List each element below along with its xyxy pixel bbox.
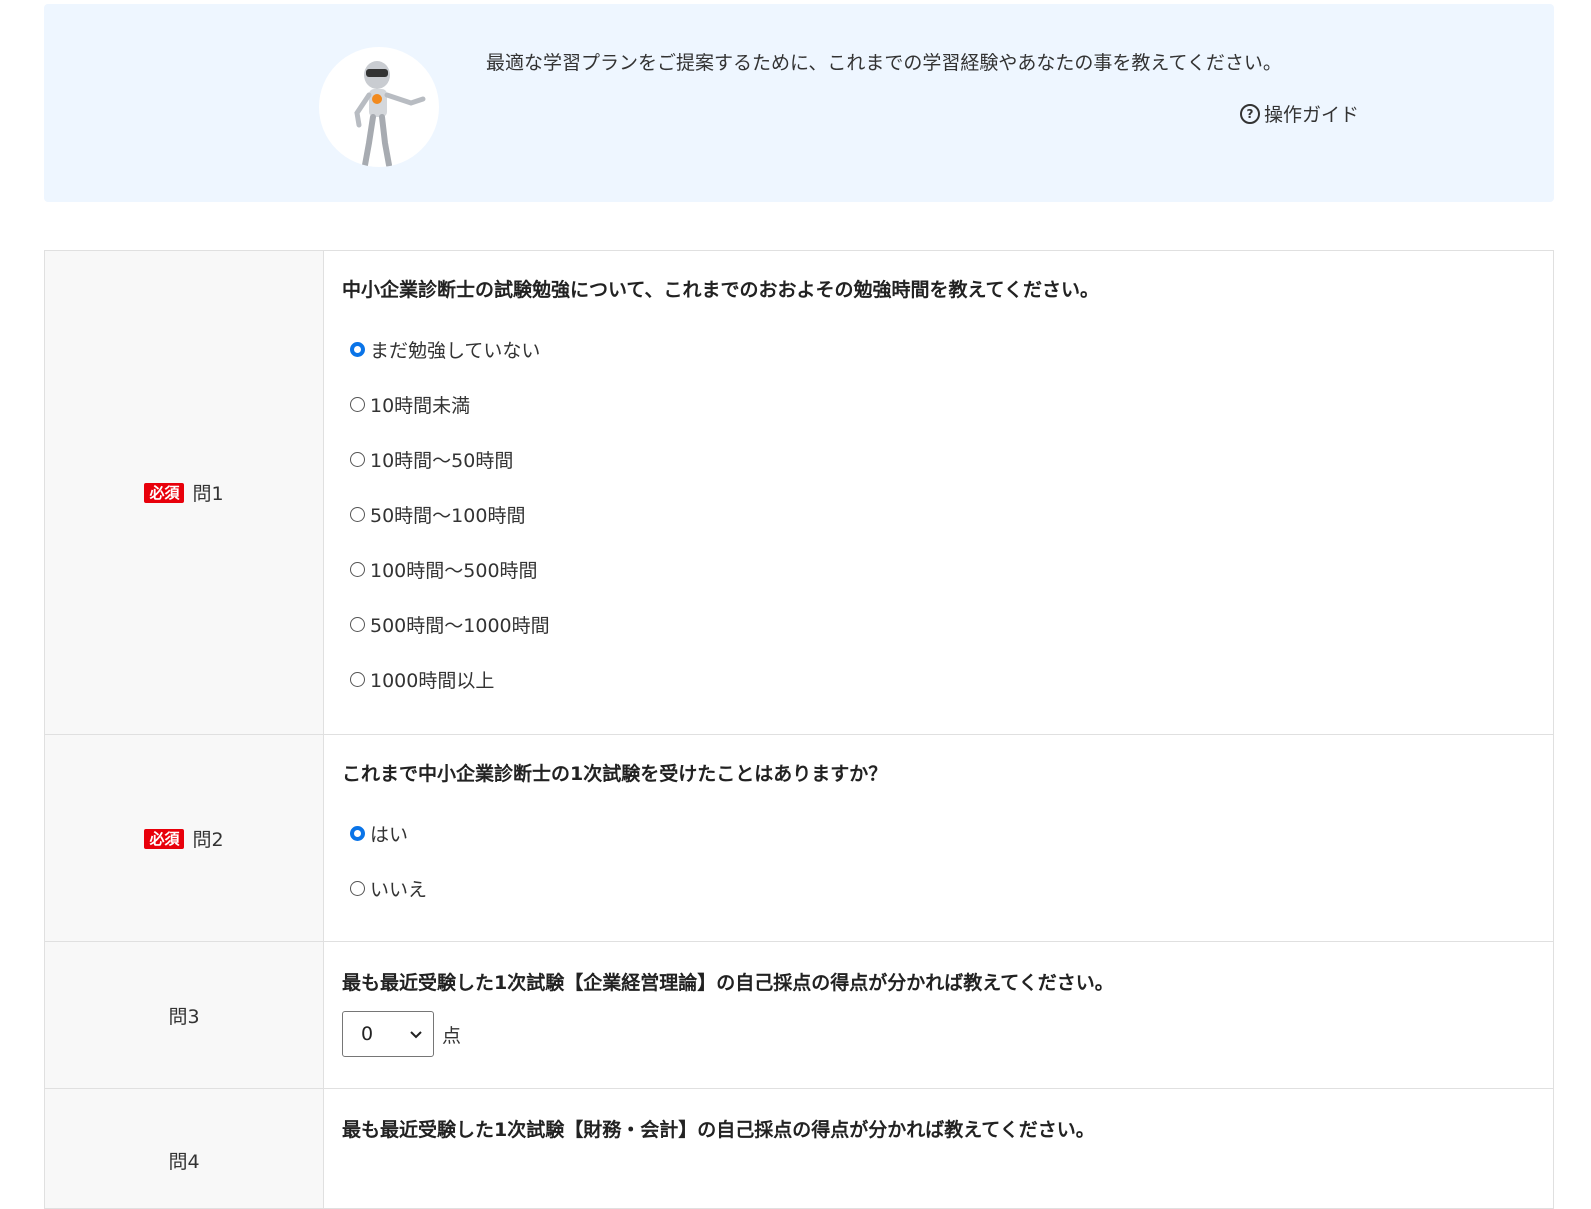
question-row-1: 必須 問1 中小企業診断士の試験勉強について、これまでのおおよその勉強時間を教えて…: [44, 250, 1554, 735]
question-table: 必須 問1 中小企業診断士の試験勉強について、これまでのおおよその勉強時間を教えて…: [44, 250, 1554, 1209]
radio-button[interactable]: [350, 452, 365, 467]
radio-button[interactable]: [350, 507, 365, 522]
option-label: 50時間〜100時間: [370, 505, 526, 527]
question-content-cell: 中小企業診断士の試験勉強について、これまでのおおよその勉強時間を教えてください。…: [323, 250, 1554, 735]
option-radio[interactable]: 10時間〜50時間: [342, 432, 1535, 487]
question-number: 問1: [192, 483, 224, 505]
question-text: これまで中小企業診断士の1次試験を受けたことはありますか？: [342, 763, 888, 785]
required-badge: 必須: [144, 828, 185, 849]
select-value: 0: [361, 1023, 374, 1045]
option-label: 1000時間以上: [370, 670, 495, 692]
radio-button-selected[interactable]: [350, 342, 365, 357]
option-radio[interactable]: 50時間〜100時間: [342, 487, 1535, 542]
operation-guide-link[interactable]: ? 操作ガイド: [1240, 100, 1359, 127]
question-text: 最も最近受験した1次試験【企業経営理論】の自己採点の得点が分かれば教えてください…: [342, 972, 1114, 994]
guide-label: 操作ガイド: [1264, 104, 1360, 126]
score-select[interactable]: 0: [342, 1011, 434, 1057]
radio-button-selected[interactable]: [350, 826, 365, 841]
unit-label: 点: [442, 1024, 462, 1047]
question-label-cell: 必須 問1: [44, 250, 324, 735]
question-row-3: 問3 最も最近受験した1次試験【企業経営理論】の自己採点の得点が分かれば教えてく…: [44, 941, 1554, 1089]
robot-avatar: [319, 47, 439, 167]
question-content-cell: これまで中小企業診断士の1次試験を受けたことはありますか？ はい いいえ: [323, 734, 1554, 942]
option-label: 10時間〜50時間: [370, 450, 514, 472]
radio-button[interactable]: [350, 881, 365, 896]
option-label: 100時間〜500時間: [370, 560, 538, 582]
question-circle-icon: ?: [1240, 103, 1260, 124]
intro-text: 最適な学習プランをご提案するために、これまでの学習経験やあなたの事を教えてくださ…: [486, 52, 1282, 74]
question-content-cell: 最も最近受験した1次試験【企業経営理論】の自己採点の得点が分かれば教えてください…: [323, 941, 1554, 1089]
option-radio[interactable]: 500時間〜1000時間: [342, 597, 1535, 652]
required-badge: 必須: [144, 483, 185, 503]
radio-button[interactable]: [350, 397, 365, 412]
option-radio[interactable]: 10時間未満: [342, 377, 1535, 432]
option-label: 10時間未満: [370, 395, 471, 417]
question-label-cell: 問3: [44, 941, 324, 1089]
question-label-cell: 必須 問2: [44, 734, 324, 942]
option-radio[interactable]: 1000時間以上: [342, 652, 1535, 707]
radio-button[interactable]: [350, 562, 365, 577]
option-label: いいえ: [370, 879, 428, 901]
question-text: 中小企業診断士の試験勉強について、これまでのおおよその勉強時間を教えてください。: [342, 279, 1099, 301]
question-row-4: 問4 最も最近受験した1次試験【財務・会計】の自己採点の得点が分かれば教えてくだ…: [44, 1088, 1554, 1209]
option-label: はい: [370, 824, 409, 846]
question-number: 問4: [168, 1151, 200, 1173]
question-content-cell: 最も最近受験した1次試験【財務・会計】の自己採点の得点が分かれば教えてください。: [323, 1088, 1554, 1209]
option-radio[interactable]: 100時間〜500時間: [342, 542, 1535, 597]
option-label: まだ勉強していない: [370, 340, 541, 362]
option-radio[interactable]: まだ勉強していない: [342, 322, 1535, 377]
question-number: 問3: [168, 1005, 200, 1028]
radio-button[interactable]: [350, 617, 365, 632]
radio-button[interactable]: [350, 672, 365, 687]
intro-banner: 最適な学習プランをご提案するために、これまでの学習経験やあなたの事を教えてくださ…: [44, 4, 1554, 202]
question-text: 最も最近受験した1次試験【財務・会計】の自己採点の得点が分かれば教えてください。: [342, 1119, 1095, 1141]
question-row-2: 必須 問2 これまで中小企業診断士の1次試験を受けたことはありますか？ はい いい…: [44, 734, 1554, 942]
question-number: 問2: [192, 828, 224, 851]
option-radio[interactable]: いいえ: [342, 861, 1535, 916]
option-label: 500時間〜1000時間: [370, 615, 550, 637]
option-radio[interactable]: はい: [342, 806, 1535, 861]
question-label-cell: 問4: [44, 1088, 324, 1209]
chevron-down-icon: [409, 1023, 423, 1045]
